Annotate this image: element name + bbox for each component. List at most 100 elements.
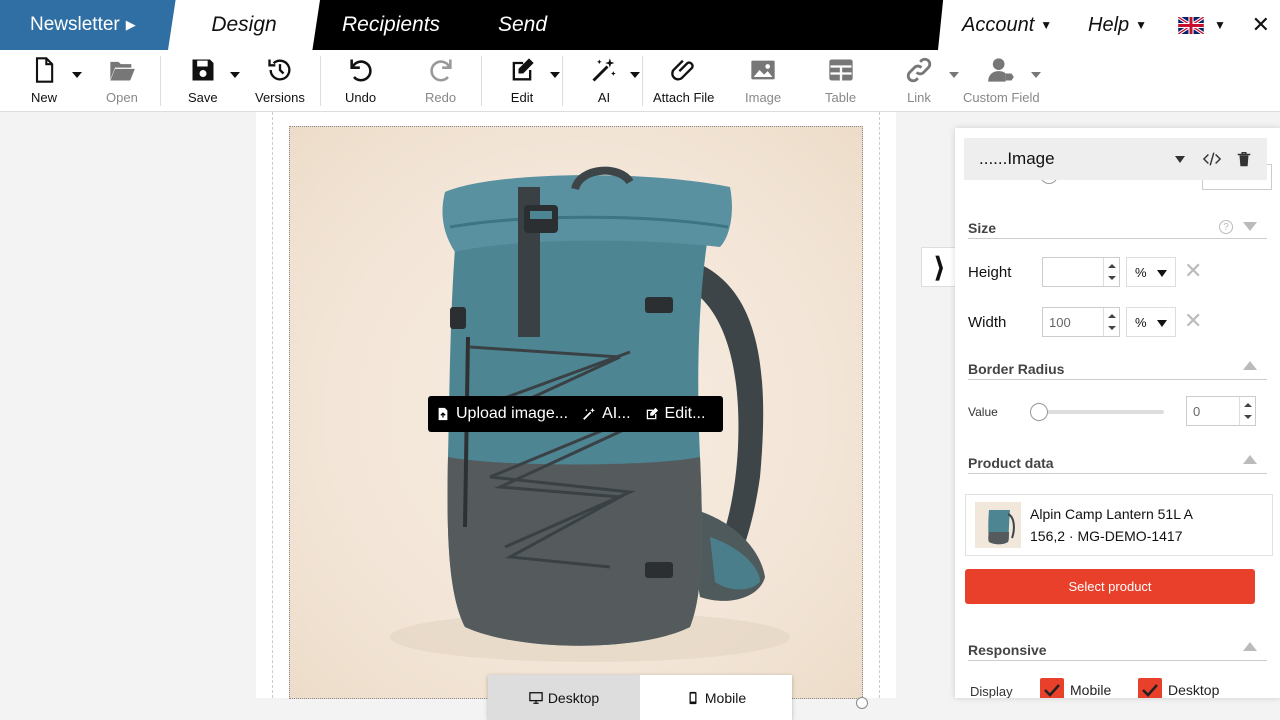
clear-height-icon[interactable]: ✕ bbox=[1184, 258, 1202, 284]
product-data-section-title[interactable]: Product data bbox=[968, 455, 1054, 471]
border-radius-slider-thumb[interactable] bbox=[1030, 403, 1048, 421]
caret-down-icon: ▼ bbox=[1214, 18, 1226, 32]
edit-button[interactable]: Edit bbox=[508, 50, 536, 112]
section-divider bbox=[968, 473, 1267, 474]
save-dropdown-caret[interactable] bbox=[230, 72, 240, 78]
toolbar-divider bbox=[642, 56, 643, 106]
caret-down-icon bbox=[1175, 155, 1185, 163]
floppy-disk-icon bbox=[192, 59, 214, 81]
upload-image-label: Upload image... bbox=[456, 405, 569, 422]
ai-dropdown-caret[interactable] bbox=[630, 72, 640, 78]
account-menu[interactable]: Account ▼ bbox=[962, 0, 1052, 50]
product-thumbnail-image bbox=[988, 510, 1015, 545]
new-dropdown-caret[interactable] bbox=[72, 72, 82, 78]
close-button[interactable]: ✕ bbox=[1252, 12, 1270, 38]
ai-image-label: AI... bbox=[602, 405, 631, 422]
edit-dropdown-caret[interactable] bbox=[550, 72, 560, 78]
versions-button[interactable]: Versions bbox=[255, 50, 305, 112]
collapse-section-icon[interactable] bbox=[1243, 642, 1257, 651]
image-resize-handle[interactable] bbox=[856, 697, 868, 709]
right-nav: Account ▼ Help ▼ ▼ ✕ bbox=[938, 0, 1280, 50]
double-chevron-right-icon: ⟩ bbox=[933, 251, 946, 283]
border-radius-input[interactable]: 0 bbox=[1186, 396, 1256, 426]
redo-label: Redo bbox=[425, 90, 457, 105]
size-section-title[interactable]: Size bbox=[968, 220, 996, 236]
width-unit-select[interactable]: % bbox=[1126, 307, 1176, 337]
trash-icon[interactable] bbox=[1235, 150, 1253, 168]
width-stepper[interactable] bbox=[1103, 308, 1119, 336]
custom-field-dropdown-caret[interactable] bbox=[1031, 72, 1041, 78]
undo-button[interactable]: Undo bbox=[345, 50, 376, 112]
link-icon bbox=[906, 57, 932, 83]
image-button[interactable]: Image bbox=[745, 50, 781, 112]
brand-label: Newsletter bbox=[30, 14, 120, 35]
toolbar: New Open Save Versions Undo Redo Edit AI… bbox=[0, 50, 1280, 112]
width-unit-value: % bbox=[1135, 314, 1147, 330]
border-radius-stepper[interactable] bbox=[1239, 397, 1255, 425]
redo-button[interactable]: Redo bbox=[425, 50, 456, 112]
tab-design[interactable]: Design bbox=[168, 0, 320, 50]
custom-field-label: Custom Field bbox=[963, 90, 1040, 105]
mobile-display-checkbox[interactable] bbox=[1040, 678, 1064, 698]
border-radius-value: 0 bbox=[1193, 403, 1201, 419]
collapse-section-icon[interactable] bbox=[1243, 222, 1257, 231]
attach-file-button[interactable]: Attach File bbox=[653, 50, 714, 112]
edit-image-button[interactable]: Edit... bbox=[645, 405, 706, 423]
new-label: New bbox=[30, 90, 57, 105]
edit-image-label: Edit... bbox=[664, 405, 706, 422]
ai-image-button[interactable]: AI... bbox=[582, 405, 631, 423]
image-icon bbox=[751, 60, 775, 80]
ai-label: AI bbox=[597, 90, 611, 105]
collapse-section-icon[interactable] bbox=[1243, 361, 1257, 370]
block-type-label: ......Image bbox=[979, 149, 1055, 168]
new-document-icon bbox=[35, 57, 54, 83]
open-button[interactable]: Open bbox=[106, 50, 138, 112]
width-value: 100 bbox=[1049, 314, 1071, 330]
height-stepper[interactable] bbox=[1103, 258, 1119, 286]
caret-right-icon: ▶ bbox=[125, 17, 136, 32]
collapse-section-icon[interactable] bbox=[1243, 455, 1257, 464]
undo-icon bbox=[349, 59, 372, 82]
code-icon[interactable] bbox=[1203, 150, 1221, 168]
mobile-label: Mobile bbox=[704, 689, 747, 706]
app-menu-newsletter[interactable]: Newsletter ▶ bbox=[0, 0, 182, 50]
uk-flag-icon bbox=[1178, 16, 1204, 34]
height-input[interactable] bbox=[1042, 257, 1120, 287]
new-button[interactable]: New bbox=[30, 50, 58, 112]
table-button[interactable]: Table bbox=[825, 50, 856, 112]
help-menu[interactable]: Help ▼ bbox=[1088, 0, 1147, 50]
link-button[interactable]: Link bbox=[905, 50, 933, 112]
border-radius-slider[interactable] bbox=[1038, 410, 1164, 414]
help-icon[interactable]: ? bbox=[1219, 220, 1233, 234]
account-label: Account bbox=[962, 13, 1035, 36]
desktop-view-button[interactable]: Desktop bbox=[488, 675, 640, 720]
clear-width-icon[interactable]: ✕ bbox=[1184, 308, 1202, 334]
product-name: Alpin Camp Lantern 51L A bbox=[1030, 506, 1193, 522]
mobile-display-label: Mobile bbox=[1070, 682, 1112, 698]
section-divider bbox=[968, 379, 1267, 380]
save-label: Save bbox=[188, 90, 218, 105]
link-dropdown-caret[interactable] bbox=[949, 72, 959, 78]
open-label: Open bbox=[106, 90, 138, 105]
language-menu[interactable]: ▼ bbox=[1178, 0, 1226, 50]
custom-field-button[interactable]: Custom Field bbox=[963, 50, 1040, 112]
responsive-section-title[interactable]: Responsive bbox=[968, 642, 1047, 658]
mobile-view-button[interactable]: Mobile bbox=[640, 675, 792, 720]
block-type-select[interactable]: ......Image bbox=[964, 138, 1267, 180]
section-divider bbox=[968, 238, 1267, 239]
ai-button[interactable]: AI bbox=[590, 50, 618, 112]
checkmark-icon bbox=[1044, 684, 1060, 697]
redo-icon bbox=[429, 59, 452, 82]
border-radius-section-title[interactable]: Border Radius bbox=[968, 361, 1064, 377]
desktop-display-checkbox[interactable] bbox=[1138, 678, 1162, 698]
upload-image-button[interactable]: Upload image... bbox=[436, 405, 568, 423]
tab-recipients[interactable]: Recipients bbox=[342, 0, 440, 50]
collapse-panel-button[interactable]: ⟩ bbox=[921, 247, 957, 287]
height-unit-select[interactable]: % bbox=[1126, 257, 1176, 287]
paperclip-icon bbox=[670, 59, 694, 81]
tab-send[interactable]: Send bbox=[498, 0, 547, 50]
edit-pencil-icon bbox=[512, 58, 534, 81]
width-input[interactable]: 100 bbox=[1042, 307, 1120, 337]
select-product-button[interactable]: Select product bbox=[965, 569, 1255, 604]
save-button[interactable]: Save bbox=[188, 50, 218, 112]
